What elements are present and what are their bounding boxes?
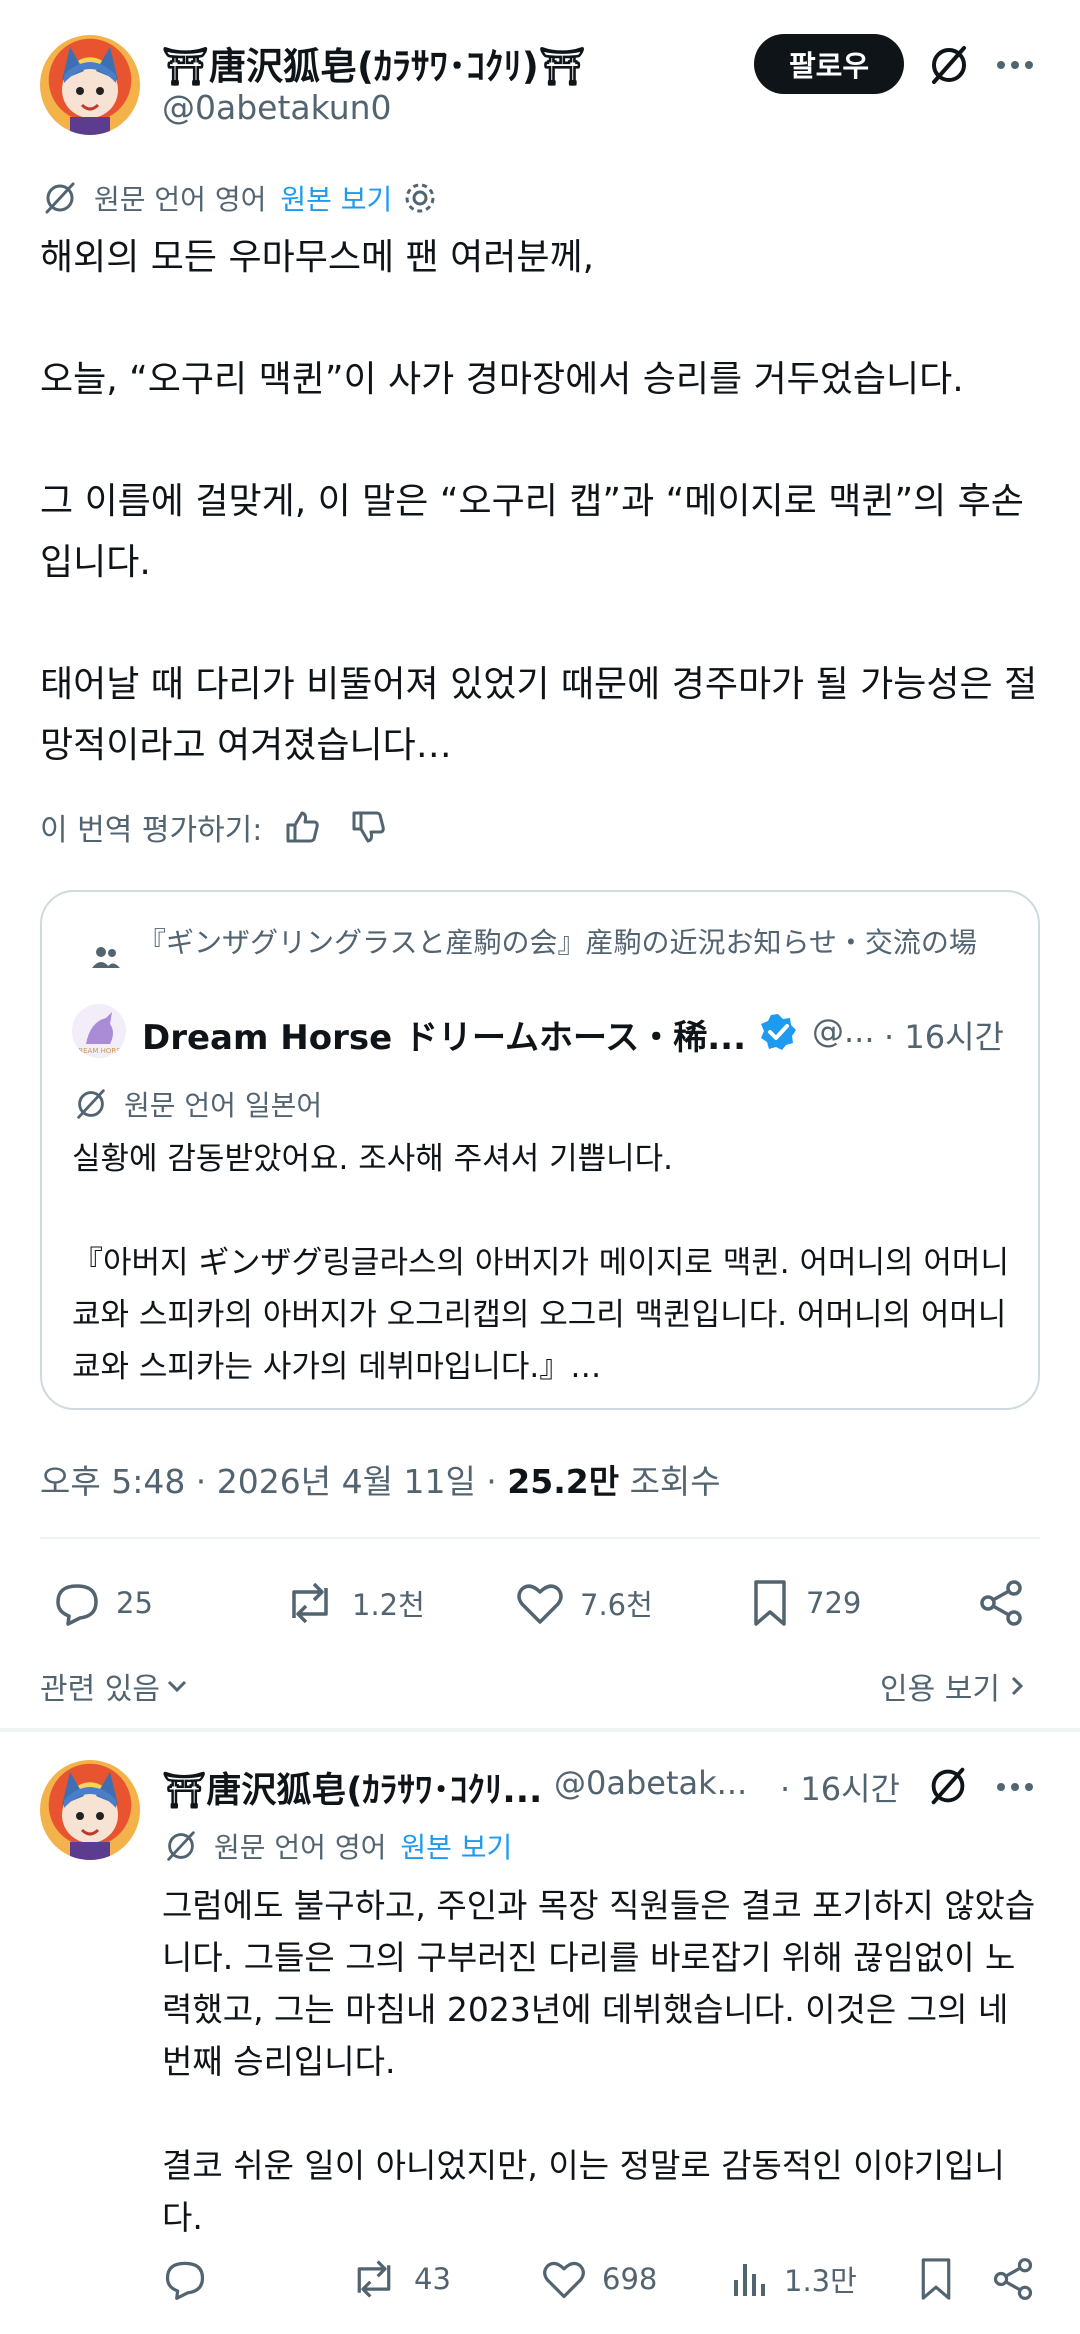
author-name[interactable]: ⛩唐沢狐皂(ｶﾗｻﾜ･ｺｸﾘ)⛩	[162, 36, 586, 90]
translation-note: 원문 언어 영어	[94, 183, 267, 216]
follow-button[interactable]: 팔로우	[754, 34, 904, 94]
reply-icon	[52, 1578, 102, 1628]
chevron-right-icon	[1006, 1673, 1028, 1699]
quoted-community-name[interactable]: 『ギンザグリングラスと産駒の会』産駒の近況お知らせ・交流の場	[138, 922, 1018, 964]
verified-badge-icon	[758, 1012, 798, 1052]
bookmark-button[interactable]: 729	[748, 1578, 861, 1628]
quoted-post-text: 실황에 감동받았어요. 조사해 주셔서 기쁩니다. 『아버지 ギンザグ링글라스의…	[72, 1141, 1009, 1385]
grok-icon[interactable]	[924, 40, 974, 90]
quoted-translate-icon	[72, 1085, 110, 1123]
quoted-author-avatar[interactable]: DREAM HORSE	[72, 1004, 126, 1058]
author-avatar[interactable]	[40, 35, 140, 135]
views-count: 25.2만	[507, 1462, 620, 1501]
like-button[interactable]: 7.6천	[514, 1578, 653, 1628]
settings-gear-icon[interactable]	[402, 180, 438, 216]
reply-reply-icon	[162, 2256, 208, 2302]
quoted-post-time[interactable]: · 16시간	[884, 1012, 1004, 1058]
view-original-link[interactable]: 원본 보기	[280, 178, 392, 218]
post-meta: 오후 5:48 · 2026년 4월 11일 · 25.2만 조회수	[40, 1455, 721, 1503]
share-icon[interactable]	[976, 1578, 1026, 1628]
reply-body: 그럼에도 불구하고, 주인과 목장 직원들은 결코 포기하지 않았습니다. 그들…	[162, 1886, 1036, 2237]
post-body: 해외의 모든 우마무스메 팬 여러분께, 오늘, “오구리 맥퀸”이 사가 경마…	[40, 237, 1038, 766]
author-handle[interactable]: @0abetakun0	[162, 88, 392, 127]
reply-button[interactable]: 25	[52, 1578, 153, 1628]
quoted-translation-row: 원문 언어 일본어	[72, 1084, 322, 1124]
reply-heart-icon	[540, 2256, 588, 2302]
quoted-author-name[interactable]: Dream Horse ドリームホース・稀...	[142, 1010, 746, 1059]
reply-views-count: 1.3만	[784, 2264, 857, 2298]
quoted-translation-note: 원문 언어 일본어	[124, 1089, 323, 1122]
reply-share-icon[interactable]	[990, 2256, 1036, 2302]
reply-repost-count: 43	[414, 2262, 451, 2296]
rate-translation-label: 이 번역 평가하기:	[40, 813, 263, 848]
reply-translation-note: 원문 언어 영어	[214, 1831, 387, 1864]
reply-repost-button[interactable]: 43	[348, 2256, 451, 2302]
reply-like-count: 698	[602, 2262, 658, 2296]
related-label: 관련 있음	[40, 1672, 160, 1707]
translate-icon	[40, 178, 80, 218]
reply-author-avatar[interactable]	[40, 1760, 140, 1860]
reply-author-name[interactable]: ⛩唐沢狐皂(ｶﾗｻﾜ･ｺｸﾘ...	[162, 1762, 542, 1813]
reply-view-original-link[interactable]: 원본 보기	[400, 1826, 512, 1866]
thumbs-up-icon[interactable]	[284, 809, 320, 845]
reply-like-button[interactable]: 698	[540, 2256, 657, 2302]
repost-count: 1.2천	[352, 1588, 425, 1622]
reply-bookmark-icon	[916, 2256, 956, 2302]
more-options-icon[interactable]	[995, 50, 1035, 80]
reply-views-button[interactable]: 1.3만	[730, 2256, 857, 2302]
chevron-down-icon	[164, 1673, 190, 1699]
analytics-bar-icon	[730, 2256, 770, 2302]
divider	[40, 1537, 1040, 1539]
bookmark-count: 729	[806, 1586, 862, 1620]
reply-translate-icon	[162, 1827, 200, 1865]
reply-count: 25	[116, 1586, 153, 1620]
quoted-author-handle[interactable]: @...	[812, 1012, 875, 1050]
reply-grok-icon[interactable]	[924, 1762, 972, 1810]
repost-icon	[282, 1578, 338, 1628]
reply-author-handle[interactable]: @0abetak...	[554, 1764, 747, 1802]
reply-more-options-icon[interactable]	[995, 1772, 1035, 1802]
reply-reply-button[interactable]	[162, 2256, 208, 2302]
repost-button[interactable]: 1.2천	[282, 1578, 425, 1628]
section-divider	[0, 1728, 1080, 1732]
reply-bookmark-button[interactable]	[916, 2256, 956, 2302]
views-label: 조회수	[619, 1462, 721, 1501]
related-sort-dropdown[interactable]: 관련 있음	[40, 1664, 190, 1708]
reply-time[interactable]: · 16시간	[780, 1764, 900, 1810]
thumbs-down-icon[interactable]	[350, 809, 386, 845]
quotes-label: 인용 보기	[880, 1672, 1000, 1707]
like-count: 7.6천	[580, 1588, 653, 1622]
reply-translation-row: 원문 언어 영어 원본 보기	[162, 1826, 512, 1866]
community-icon	[90, 942, 122, 974]
reply-repost-icon	[348, 2256, 400, 2302]
rate-translation-row: 이 번역 평가하기:	[40, 805, 386, 849]
bookmark-icon	[748, 1578, 792, 1628]
translation-row: 원문 언어 영어 원본 보기	[40, 178, 438, 218]
heart-icon	[514, 1578, 566, 1628]
view-quotes-link[interactable]: 인용 보기	[880, 1664, 1028, 1708]
post-timestamp[interactable]: 오후 5:48 · 2026년 4월 11일 ·	[40, 1462, 507, 1501]
